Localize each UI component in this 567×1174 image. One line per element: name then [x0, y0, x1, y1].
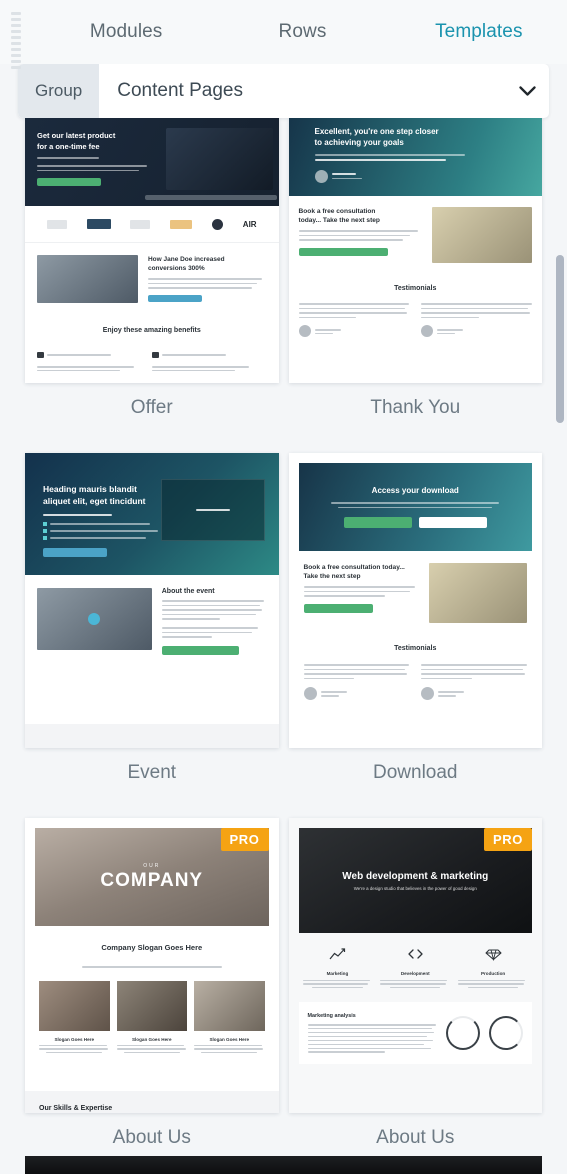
template-card[interactable]: Excellent, you're one step closer to ach…	[284, 118, 548, 453]
template-card-label[interactable]: Thank You	[289, 383, 543, 453]
template-browser-panel: Modules Rows Templates Group Content Pag…	[0, 0, 567, 1174]
thumb-hero-heading: Excellent, you're one step closer	[314, 127, 439, 136]
template-card-label[interactable]: Download	[289, 748, 543, 818]
scrollbar-thumb[interactable]	[556, 255, 564, 423]
thumb-tile-label: Slogan Goes Here	[131, 1037, 172, 1042]
thumb-logo-wordmark: AIR	[242, 219, 257, 229]
group-filter: Group Content Pages	[0, 64, 567, 118]
thumb-hero-heading: Web development & marketing	[342, 870, 489, 882]
thumb-hero-sub: We're a design studio that believes in t…	[353, 885, 477, 891]
thumb-section-heading: Enjoy these amazing benefits	[102, 327, 201, 334]
template-thumbnail[interactable]: Access your download Book a free consult…	[288, 453, 542, 748]
thumb-section-heading: Marketing analysis	[307, 1013, 356, 1020]
tab-rows[interactable]: Rows	[214, 21, 390, 43]
thumb-hero-heading: COMPANY	[100, 869, 204, 891]
group-select-label: Group	[18, 64, 100, 118]
tab-modules[interactable]: Modules	[38, 21, 214, 43]
thumb-body-heading: About the event	[161, 588, 215, 595]
diamond-icon	[485, 948, 502, 965]
thumb-footer-heading: Our Skills & Expertise	[39, 1105, 113, 1112]
group-select[interactable]: Group Content Pages	[18, 64, 549, 118]
thumb-section-heading: Testimonials	[394, 285, 437, 292]
next-row-peek	[25, 1156, 542, 1174]
code-icon	[407, 948, 424, 965]
thumb-feature-label: Marketing	[326, 971, 349, 976]
thumb-body-heading-2: today... Take the next step	[298, 217, 380, 224]
thumb-feature-label: Development	[400, 971, 430, 976]
template-card-label[interactable]: Offer	[25, 383, 279, 453]
thumb-feature-label: Production	[480, 971, 506, 976]
thumb-body-heading: How Jane Doe increased	[147, 256, 225, 263]
thumb-body-heading: Book a free consultation	[298, 208, 376, 215]
template-grid-scroll[interactable]: Get our latest product for a one-time fe…	[0, 118, 567, 1174]
thumb-section-heading: Testimonials	[394, 645, 437, 652]
tab-bar: Modules Rows Templates	[0, 0, 567, 64]
template-card-label[interactable]: Event	[25, 748, 279, 818]
chevron-down-icon[interactable]	[505, 85, 549, 97]
chart-icon	[329, 948, 346, 965]
thumb-body-heading-2: conversions 300%	[147, 265, 205, 272]
template-card[interactable]: PRO OUR COMPANY Company Slogan Goes Here	[20, 818, 284, 1174]
thumb-hero-heading: Access your download	[371, 485, 459, 495]
template-thumbnail[interactable]: Excellent, you're one step closer to ach…	[288, 118, 542, 383]
template-card[interactable]: Access your download Book a free consult…	[284, 453, 548, 818]
pro-badge: PRO	[484, 828, 532, 851]
group-select-value: Content Pages	[117, 80, 243, 101]
tab-templates[interactable]: Templates	[391, 21, 567, 43]
template-card[interactable]: Heading mauris blandit aliquet elit, ege…	[20, 453, 284, 818]
template-thumbnail[interactable]: PRO OUR COMPANY Company Slogan Goes Here	[25, 818, 279, 1113]
template-thumbnail[interactable]: Heading mauris blandit aliquet elit, ege…	[25, 453, 279, 748]
thumb-body-heading-2: Take the next step	[303, 573, 361, 580]
thumb-body-heading: Book a free consultation today...	[303, 564, 405, 571]
pro-badge: PRO	[220, 828, 269, 851]
thumb-tile-label: Slogan Goes Here	[54, 1037, 95, 1042]
thumb-hero-heading: Get our latest product	[37, 131, 116, 140]
thumb-hero-heading: Heading mauris blandit	[43, 484, 137, 494]
scrollbar-track[interactable]	[555, 122, 565, 1168]
template-card[interactable]: Get our latest product for a one-time fe…	[20, 118, 284, 453]
thumb-section-heading: Company Slogan Goes Here	[101, 943, 203, 952]
template-thumbnail[interactable]: PRO Web development & marketing We're a …	[288, 818, 542, 1113]
template-grid: Get our latest product for a one-time fe…	[0, 118, 567, 1174]
template-card[interactable]: PRO Web development & marketing We're a …	[284, 818, 548, 1174]
panel-header: Modules Rows Templates	[0, 0, 567, 69]
thumb-hero-heading-2: aliquet elit, eget tincidunt	[43, 496, 146, 506]
thumb-hero-heading-2: for a one-time fee	[37, 142, 100, 151]
thumb-tile-label: Slogan Goes Here	[209, 1037, 250, 1042]
drag-handle-icon[interactable]	[11, 12, 21, 69]
thumb-hero-kicker: OUR	[143, 862, 161, 869]
template-thumbnail[interactable]: Get our latest product for a one-time fe…	[25, 118, 279, 383]
thumb-hero-heading-2: to achieving your goals	[314, 138, 404, 147]
